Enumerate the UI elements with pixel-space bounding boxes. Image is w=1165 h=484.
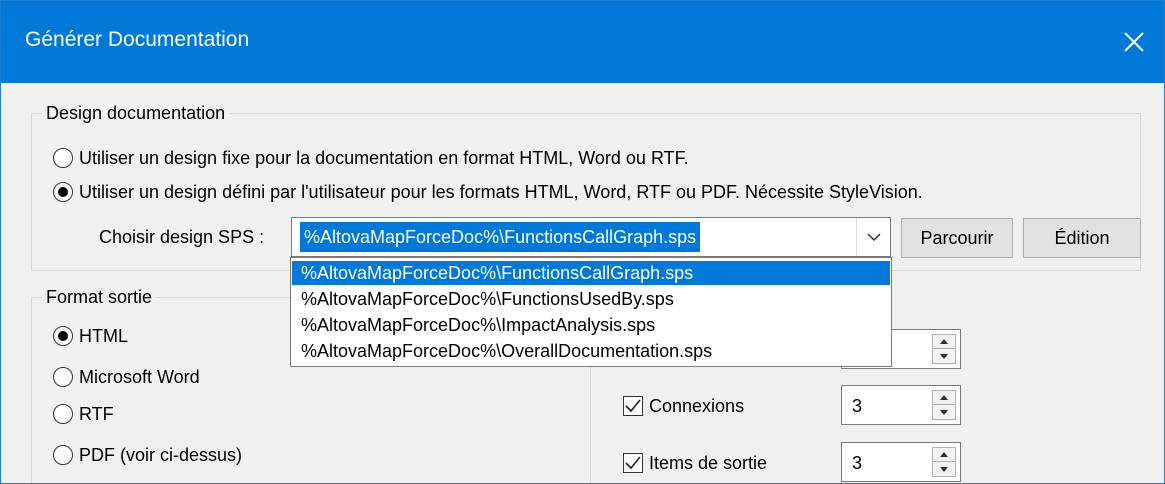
triangle-down-icon (940, 466, 948, 472)
triangle-up-icon (940, 339, 948, 344)
radio-format-pdf[interactable] (53, 445, 73, 465)
spin-buttons (932, 390, 956, 420)
spin-down-button[interactable] (933, 405, 955, 419)
triangle-down-icon (940, 409, 948, 415)
spin-up-button[interactable] (933, 335, 955, 349)
close-icon (1124, 32, 1144, 52)
output-items-spinbox[interactable]: 3 (841, 442, 961, 482)
user-design-label[interactable]: Utiliser un design défini par l'utilisat… (79, 180, 923, 204)
spin-up-button[interactable] (933, 448, 955, 462)
checkmark-icon (625, 456, 641, 470)
triangle-up-icon (940, 452, 948, 457)
close-button[interactable] (1104, 1, 1164, 83)
sps-design-combobox[interactable]: %AltovaMapForceDoc%\FunctionsCallGraph.s… (291, 217, 891, 257)
browse-button[interactable]: Parcourir (901, 218, 1013, 258)
sps-design-label: Choisir design SPS : (99, 227, 265, 247)
spin-down-button[interactable] (933, 462, 955, 476)
radio-fixed-design[interactable] (53, 148, 73, 168)
format-word-label[interactable]: Microsoft Word (79, 365, 200, 389)
radio-format-html[interactable] (53, 326, 73, 346)
connections-spinbox[interactable]: 3 (841, 385, 961, 425)
connections-label[interactable]: Connexions (649, 394, 744, 418)
chevron-down-icon (866, 233, 881, 242)
output-items-value: 3 (852, 453, 863, 473)
generate-documentation-dialog: Générer Documentation Design documentati… (0, 0, 1165, 484)
edit-button[interactable]: Édition (1023, 218, 1141, 258)
spin-down-button[interactable] (933, 349, 955, 363)
dropdown-arrow-button[interactable] (856, 218, 890, 256)
connections-checkbox[interactable] (623, 396, 643, 416)
spin-buttons (932, 447, 956, 477)
title-bar: Générer Documentation (1, 1, 1164, 83)
checkmark-icon (625, 399, 641, 413)
spin-up-button[interactable] (933, 391, 955, 405)
fixed-design-label[interactable]: Utiliser un design fixe pour la document… (79, 146, 689, 170)
output-format-legend: Format sortie (42, 285, 157, 309)
radio-format-word[interactable] (53, 367, 73, 387)
output-items-label[interactable]: Items de sortie (649, 451, 767, 475)
sps-design-value: %AltovaMapForceDoc%\FunctionsCallGraph.s… (300, 222, 701, 252)
spin-buttons (932, 334, 956, 364)
triangle-down-icon (940, 353, 948, 359)
dropdown-option[interactable]: %AltovaMapForceDoc%\ImpactAnalysis.sps (292, 313, 890, 337)
format-pdf-label[interactable]: PDF (voir ci-dessus) (79, 443, 242, 467)
triangle-up-icon (940, 395, 948, 400)
dialog-title: Générer Documentation (25, 28, 250, 51)
sps-design-dropdown-list: %AltovaMapForceDoc%\FunctionsCallGraph.s… (290, 257, 892, 367)
radio-user-design[interactable] (53, 182, 73, 202)
output-items-checkbox[interactable] (623, 453, 643, 473)
design-documentation-legend: Design documentation (42, 101, 230, 125)
dropdown-option[interactable]: %AltovaMapForceDoc%\FunctionsUsedBy.sps (292, 287, 890, 311)
format-html-label[interactable]: HTML (79, 324, 128, 348)
format-rtf-label[interactable]: RTF (79, 402, 114, 426)
connections-value: 3 (852, 396, 863, 416)
dropdown-option[interactable]: %AltovaMapForceDoc%\FunctionsCallGraph.s… (292, 261, 890, 285)
dropdown-option[interactable]: %AltovaMapForceDoc%\OverallDocumentation… (292, 339, 890, 363)
radio-format-rtf[interactable] (53, 404, 73, 424)
